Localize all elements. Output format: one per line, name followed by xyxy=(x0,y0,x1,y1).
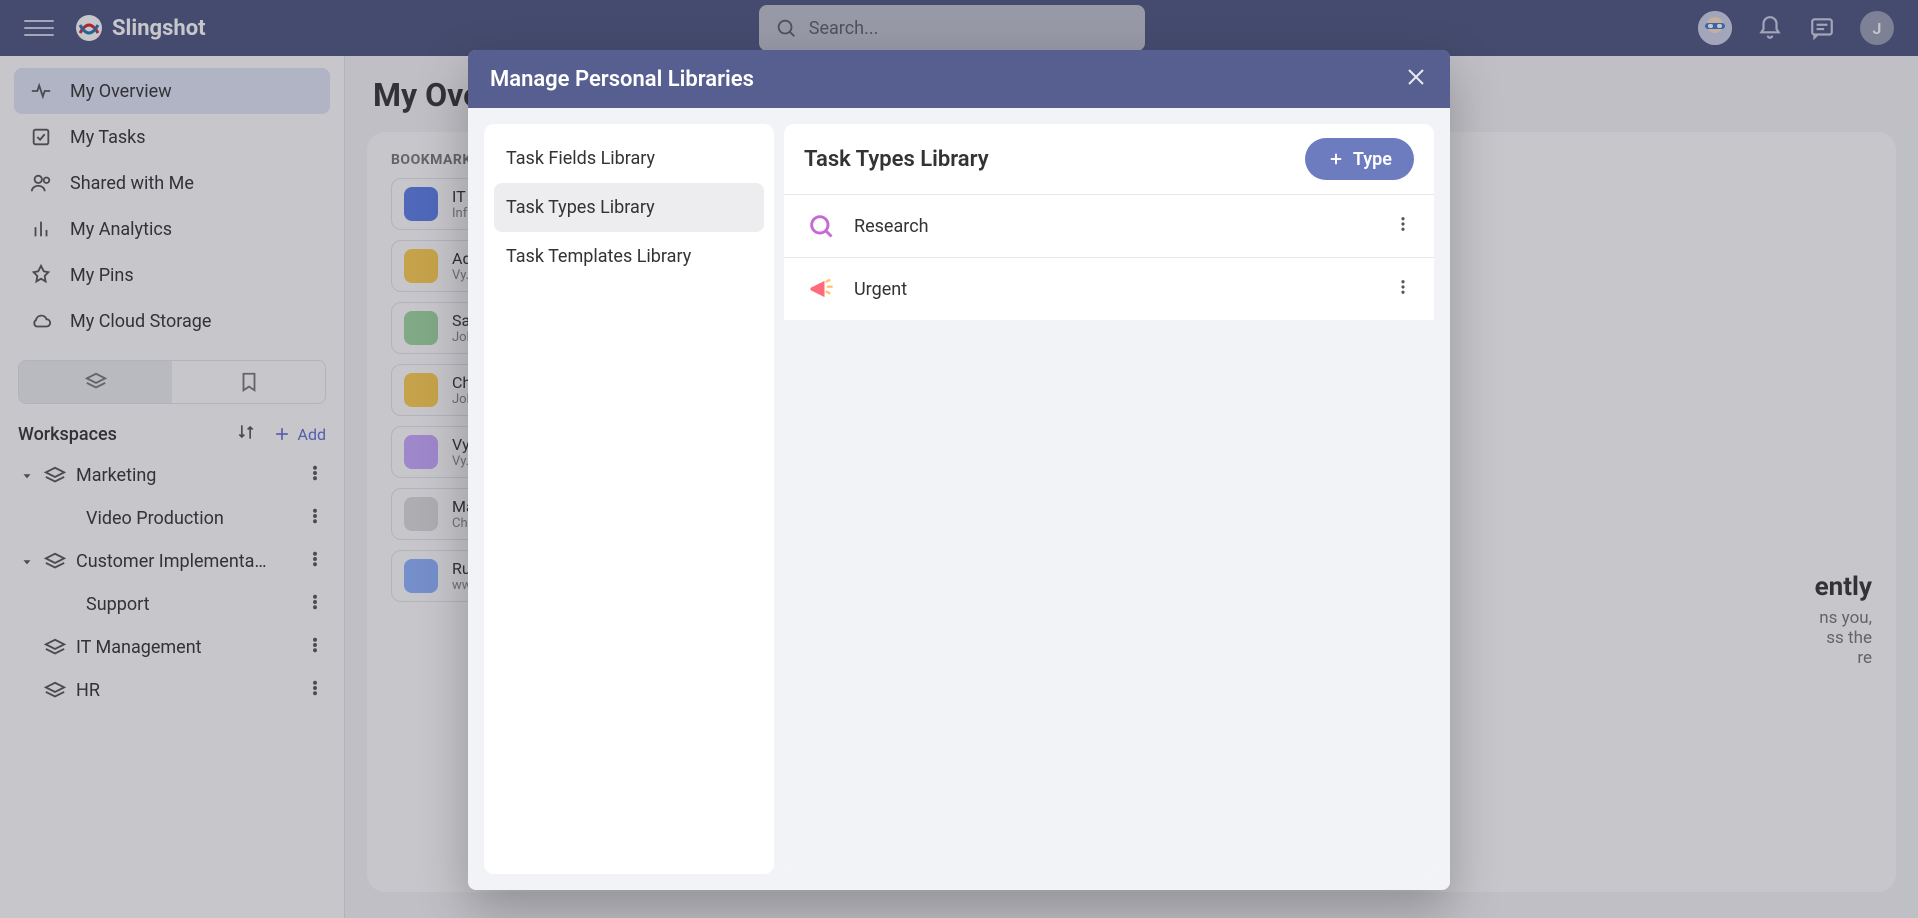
megaphone-icon xyxy=(806,274,836,304)
modal-scrim[interactable]: Manage Personal Libraries Task Fields Li… xyxy=(0,0,1918,918)
manage-libraries-modal: Manage Personal Libraries Task Fields Li… xyxy=(468,50,1450,890)
close-icon xyxy=(1404,65,1428,89)
modal-title: Manage Personal Libraries xyxy=(490,67,754,92)
task-type-row[interactable]: Urgent xyxy=(784,258,1434,320)
task-type-name: Research xyxy=(854,216,1376,237)
task-type-name: Urgent xyxy=(854,279,1376,300)
library-nav-item[interactable]: Task Fields Library xyxy=(494,134,764,183)
task-type-menu-button[interactable] xyxy=(1394,278,1412,300)
task-type-row[interactable]: Research xyxy=(784,195,1434,258)
library-nav-item[interactable]: Task Types Library xyxy=(494,183,764,232)
library-panel: Task Types Library Type Research Urgent xyxy=(784,124,1434,874)
library-nav: Task Fields LibraryTask Types LibraryTas… xyxy=(484,124,774,874)
add-type-button[interactable]: Type xyxy=(1305,138,1414,180)
modal-close-button[interactable] xyxy=(1404,65,1428,93)
search-icon xyxy=(806,211,836,241)
plus-icon xyxy=(1327,150,1345,168)
library-panel-title: Task Types Library xyxy=(804,147,989,172)
task-type-menu-button[interactable] xyxy=(1394,215,1412,237)
library-nav-item[interactable]: Task Templates Library xyxy=(494,232,764,281)
